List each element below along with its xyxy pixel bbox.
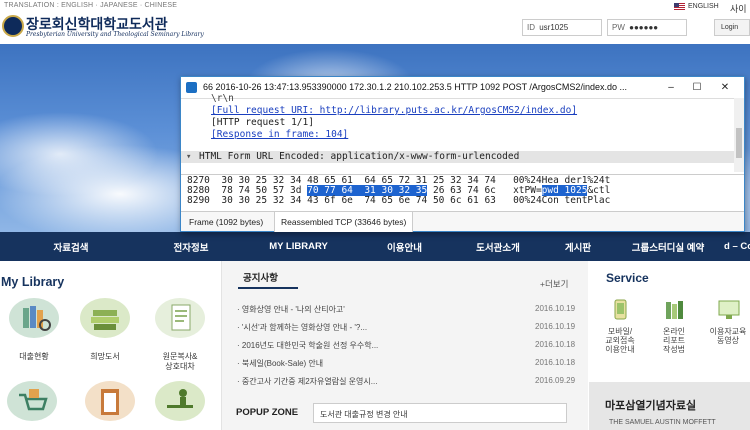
hex-ascii: 00%24Con tentPlac xyxy=(513,195,611,206)
notice-row-date: 2016.10.18 xyxy=(535,340,576,349)
detail-scrollbar[interactable] xyxy=(734,98,744,172)
tab-frame[interactable]: Frame (1092 bytes) xyxy=(183,212,269,232)
my-library-title: My Library xyxy=(1,275,65,289)
login-button[interactable]: Login xyxy=(714,19,750,36)
notice-title-underline xyxy=(238,287,298,289)
book-stack-icon[interactable] xyxy=(80,298,130,338)
service-title: Service xyxy=(606,271,649,285)
memorial-collection-banner[interactable]: 마포삼열기념자료실 THE SAMUEL AUSTIN MOFFETT xyxy=(589,382,750,430)
nav-item-board[interactable]: 게시판 xyxy=(544,232,612,261)
service-video-label[interactable]: 이용자교육 동영상 xyxy=(700,327,750,345)
my-library-copy-label[interactable]: 원문복사& 상호대차 xyxy=(150,352,210,372)
nav-item-my-library[interactable]: MY LIBRARY xyxy=(240,232,357,261)
pw-value: ●●●●●● xyxy=(629,23,659,32)
http-request-line: [HTTP request 1/1] xyxy=(211,117,314,128)
window-title: 66 2016-10-26 13:47:13.953390000 172.30.… xyxy=(203,82,627,92)
notice-row[interactable]: · 영화상영 안내 - '나의 산티아고' 2016.10.19 xyxy=(237,304,577,318)
notice-more-link[interactable]: +더보기 xyxy=(540,278,568,290)
scrollbar-thumb[interactable] xyxy=(736,128,742,158)
hex-offset: 8290 xyxy=(187,195,210,206)
service-mobile-label[interactable]: 모바일/ 교외접속 이용안내 xyxy=(592,327,648,354)
nav-item-guide[interactable]: 이용안내 xyxy=(357,232,452,261)
memorial-collection-subtitle: THE SAMUEL AUSTIN MOFFETT xyxy=(609,419,716,426)
main-navigation: 자료검색 전자정보 MY LIBRARY 이용안내 도서관소개 게시판 그룹스터… xyxy=(0,232,750,261)
notice-row[interactable]: · 중간고사 기간중 제2자유열람실 운영시... 2016.09.29 xyxy=(237,376,577,390)
hex-row: 8290 30 30 25 32 34 43 6f 6e 74 65 6e 74… xyxy=(187,196,610,206)
sitemap-link[interactable]: 사이 xyxy=(730,2,747,15)
nav-item-d-collection[interactable]: d – Collection xyxy=(724,232,750,261)
library-logo[interactable]: 장로회신학대학교도서관 Presbyterian University and … xyxy=(2,13,204,41)
id-value: usr1025 xyxy=(539,23,569,32)
tab-reassembled-tcp[interactable]: Reassembled TCP (33646 bytes) xyxy=(274,212,414,232)
service-report-label[interactable]: 온라인 리포트 작성법 xyxy=(646,327,702,354)
notice-row-date: 2016.09.29 xyxy=(535,376,576,385)
form-encoded-row[interactable]: ▾ HTML Form URL Encoded: application/x-w… xyxy=(181,151,734,163)
memorial-collection-title: 마포삼열기념자료실 xyxy=(605,400,697,412)
id-field[interactable]: ID usr1025 xyxy=(522,19,602,36)
hex-bytes: 30 30 25 32 34 43 6f 6e 74 65 6e 74 50 6… xyxy=(221,195,496,206)
notice-row[interactable]: · '시선'과 함께하는 영화상영 안내 - '?... 2016.10.19 xyxy=(237,322,577,336)
notice-row-title: · 중간고사 기간중 제2자유열람실 운영시... xyxy=(237,377,378,386)
collapse-icon[interactable]: ▾ xyxy=(186,151,191,163)
close-icon[interactable]: ✕ xyxy=(714,80,736,95)
cart-icon[interactable] xyxy=(7,381,57,421)
language-label: ENGLISH xyxy=(688,3,719,10)
reading-desk-icon[interactable] xyxy=(155,381,205,421)
my-library-loan-label[interactable]: 대출현황 xyxy=(4,352,64,362)
clipboard-icon[interactable] xyxy=(85,381,135,421)
notice-row-title: · 북세일(Book-Sale) 안내 xyxy=(237,359,324,368)
document-icon[interactable] xyxy=(155,298,205,338)
site-header: TRANSLATION : ENGLISH · JAPANESE · CHINE… xyxy=(0,0,750,44)
detail-line: \r\n xyxy=(211,93,234,104)
response-frame-link[interactable]: [Response in frame: 104] xyxy=(211,129,348,141)
notice-row-date: 2016.10.19 xyxy=(535,304,576,313)
notice-row[interactable]: · 북세일(Book-Sale) 안내 2016.10.18 xyxy=(237,358,577,372)
id-label: ID xyxy=(527,23,535,32)
nav-item-e-info[interactable]: 전자정보 xyxy=(142,232,240,261)
logo-english-text: Presbyterian University and Theological … xyxy=(26,31,204,38)
language-switch[interactable]: ENGLISH xyxy=(674,3,719,10)
notice-panel: 공지사항 +더보기 · 영화상영 안내 - '나의 산티아고' 2016.10.… xyxy=(222,261,588,430)
pw-label: PW xyxy=(612,23,625,32)
nav-item-about[interactable]: 도서관소개 xyxy=(452,232,544,261)
notice-title: 공지사항 xyxy=(243,273,278,284)
window-titlebar[interactable]: 66 2016-10-26 13:47:13.953390000 172.30.… xyxy=(181,77,744,98)
notice-row-date: 2016.10.18 xyxy=(535,358,576,367)
packet-detail-pane[interactable]: \r\n [Full request URI: http://library.p… xyxy=(181,93,744,172)
form-encoded-text: HTML Form URL Encoded: application/x-www… xyxy=(199,151,520,162)
minimize-icon[interactable]: – xyxy=(660,80,682,95)
wireshark-icon xyxy=(186,82,197,93)
popup-zone-item[interactable]: 도서관 대출규정 변경 안내 xyxy=(313,403,567,423)
notice-row-title: · '시선'과 함께하는 영화상영 안내 - '?... xyxy=(237,323,368,332)
books-icon[interactable] xyxy=(662,299,686,321)
seal-icon xyxy=(2,15,24,37)
monitor-icon[interactable] xyxy=(717,299,741,321)
notice-row-title: · 2016년도 대한민국 학술원 선정 우수학... xyxy=(237,341,379,350)
popup-zone-label: POPUP ZONE xyxy=(236,407,299,418)
translation-links[interactable]: TRANSLATION : ENGLISH · JAPANESE · CHINE… xyxy=(4,2,177,9)
notice-row-date: 2016.10.19 xyxy=(535,322,576,331)
wireshark-packet-window[interactable]: 66 2016-10-26 13:47:13.953390000 172.30.… xyxy=(180,76,745,232)
full-request-uri-link[interactable]: [Full request URI: http://library.puts.a… xyxy=(211,105,577,117)
password-field[interactable]: PW ●●●●●● xyxy=(607,19,687,36)
nav-item-search[interactable]: 자료검색 xyxy=(0,232,142,261)
my-library-request-label[interactable]: 희망도서 xyxy=(75,352,135,362)
notice-row[interactable]: · 2016년도 대한민국 학술원 선정 우수학... 2016.10.18 xyxy=(237,340,577,354)
packet-bytes-pane[interactable]: 8270 30 30 25 32 34 48 65 61 64 65 72 31… xyxy=(181,174,744,211)
my-library-panel: My Library 대출현황 희망도서 원문복사& 상호대차 xyxy=(0,261,222,430)
maximize-icon[interactable]: ☐ xyxy=(686,80,708,95)
mobile-guide-icon[interactable] xyxy=(608,299,632,321)
books-search-icon[interactable] xyxy=(9,298,59,338)
bytes-tab-bar: Frame (1092 bytes) Reassembled TCP (3364… xyxy=(181,211,744,232)
notice-row-title: · 영화상영 안내 - '나의 산티아고' xyxy=(237,305,345,314)
nav-item-group-study[interactable]: 그룹스터디실 예약 xyxy=(612,232,724,261)
us-flag-icon xyxy=(674,3,685,10)
